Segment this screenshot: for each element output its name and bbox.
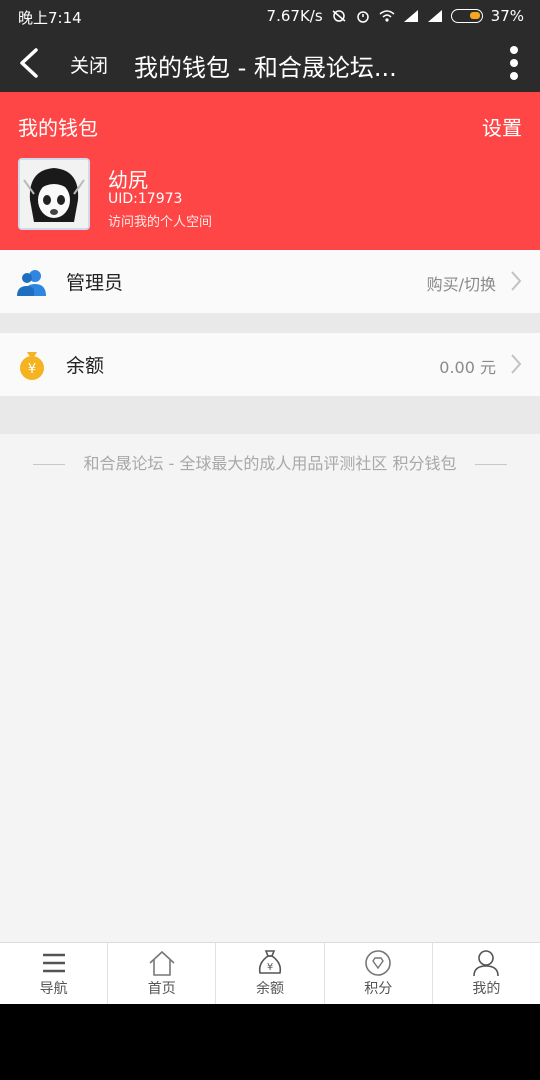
battery-icon — [450, 9, 483, 23]
wallet-title: 我的钱包 — [18, 116, 98, 140]
status-right: 7.67K/s 37% — [267, 7, 524, 25]
nav-bar: 关闭 我的钱包 - 和合晟论坛... — [0, 34, 540, 92]
svg-text:¥: ¥ — [28, 362, 36, 377]
user-icon — [473, 950, 500, 977]
tab-label: 首页 — [147, 981, 176, 997]
system-nav-area — [0, 1004, 540, 1080]
tab-nav[interactable]: 导航 — [0, 943, 109, 1005]
tab-label: 余额 — [256, 981, 284, 997]
username: 幼尻 — [108, 168, 148, 192]
mute-alarm-icon — [332, 10, 346, 22]
user-uid: UID:17973 — [108, 191, 183, 207]
back-arrow-icon[interactable] — [14, 47, 44, 79]
balance-label: 余额 — [66, 355, 105, 377]
avatar-image — [20, 160, 88, 228]
settings-button[interactable]: 设置 — [482, 112, 522, 141]
chevron-right-icon — [511, 271, 522, 291]
footer-text: 和合晟论坛 - 全球最大的成人用品评测社区 积分钱包 — [83, 454, 457, 473]
tab-points[interactable]: 积分 — [325, 943, 433, 1005]
tab-balance[interactable]: ¥ 余额 — [216, 943, 325, 1005]
tab-label: 积分 — [364, 981, 393, 997]
battery-percent: 37% — [490, 7, 524, 25]
divider — [0, 396, 540, 434]
divider-line — [474, 464, 507, 465]
money-bag-icon: ¥ — [20, 352, 44, 380]
admin-action: 购买/切换 — [426, 275, 496, 294]
users-icon — [17, 270, 46, 296]
diamond-icon — [365, 950, 392, 976]
alarm-icon — [356, 11, 369, 23]
menu-icon — [42, 953, 65, 973]
network-speed: 7.67K/s — [266, 7, 323, 25]
money-bag-icon: ¥ — [258, 950, 282, 974]
tab-home[interactable]: 首页 — [108, 943, 217, 1005]
svg-text:¥: ¥ — [267, 962, 273, 973]
bottom-tab-bar: 导航 首页 ¥ 余额 积分 我的 — [0, 942, 540, 1005]
list-item-balance[interactable]: ¥ 余额 0.00 元 — [0, 333, 540, 396]
status-bar: 晚上7:14 7.67K/s 37% — [0, 0, 540, 34]
list-item-admin[interactable]: 管理员 购买/切换 — [0, 250, 540, 313]
wifi-icon — [379, 10, 395, 22]
balance-value: 0.00 元 — [439, 358, 496, 377]
admin-label: 管理员 — [66, 272, 124, 294]
close-button[interactable]: 关闭 — [70, 51, 108, 78]
chevron-right-icon — [511, 354, 522, 374]
tab-label: 导航 — [39, 981, 68, 997]
signal-icon-1 — [403, 10, 418, 22]
status-time: 晚上7:14 — [18, 9, 82, 27]
footer-caption: 和合晟论坛 - 全球最大的成人用品评测社区 积分钱包 — [0, 450, 540, 474]
divider — [0, 313, 540, 333]
visit-space-link[interactable]: 访问我的个人空间 — [108, 211, 212, 230]
divider-line — [33, 464, 66, 465]
tab-me[interactable]: 我的 — [433, 943, 540, 1005]
page-title: 我的钱包 - 和合晟论坛... — [134, 54, 397, 82]
tab-label: 我的 — [472, 981, 501, 997]
home-icon — [149, 950, 175, 976]
more-menu-icon[interactable] — [508, 46, 520, 82]
avatar[interactable] — [18, 158, 90, 230]
wallet-header: 我的钱包 设置 幼尻 UID:17973 访问我的个人空间 — [0, 92, 540, 250]
signal-icon-2 — [427, 10, 442, 22]
